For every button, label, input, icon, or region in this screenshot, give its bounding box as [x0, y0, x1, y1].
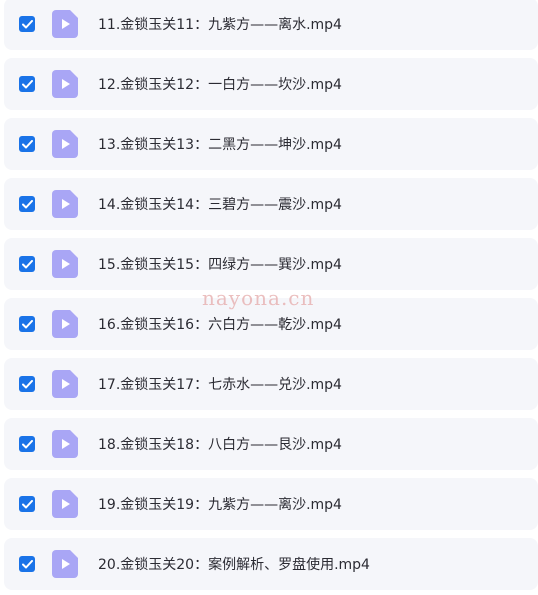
file-name[interactable]: 15.金锁玉关15：四绿方——巽沙.mp4 [98, 254, 342, 274]
checkbox-checked-icon[interactable] [19, 496, 35, 512]
checkbox-checked-icon[interactable] [19, 76, 35, 92]
file-name[interactable]: 16.金锁玉关16：六白方——乾沙.mp4 [98, 314, 342, 334]
file-name[interactable]: 11.金锁玉关11：九紫方——离水.mp4 [98, 14, 342, 34]
video-file-icon [52, 250, 78, 278]
file-name[interactable]: 20.金锁玉关20：案例解析、罗盘使用.mp4 [98, 554, 370, 574]
list-item[interactable]: 15.金锁玉关15：四绿方——巽沙.mp4 [4, 238, 538, 290]
checkbox-checked-icon[interactable] [19, 16, 35, 32]
list-item[interactable]: 19.金锁玉关19：九紫方——离沙.mp4 [4, 478, 538, 530]
file-name[interactable]: 12.金锁玉关12：一白方——坎沙.mp4 [98, 74, 342, 94]
file-name[interactable]: 19.金锁玉关19：九紫方——离沙.mp4 [98, 494, 342, 514]
file-list: 11.金锁玉关11：九紫方——离水.mp4 12.金锁玉关12：一白方——坎沙.… [0, 0, 538, 595]
video-file-icon [52, 490, 78, 518]
list-item[interactable]: 13.金锁玉关13：二黑方——坤沙.mp4 [4, 118, 538, 170]
file-name[interactable]: 14.金锁玉关14：三碧方——震沙.mp4 [98, 194, 342, 214]
list-item[interactable]: 11.金锁玉关11：九紫方——离水.mp4 [4, 0, 538, 50]
video-file-icon [52, 10, 78, 38]
checkbox-checked-icon[interactable] [19, 436, 35, 452]
video-file-icon [52, 190, 78, 218]
checkbox-checked-icon[interactable] [19, 256, 35, 272]
list-item[interactable]: 18.金锁玉关18：八白方——艮沙.mp4 [4, 418, 538, 470]
video-file-icon [52, 70, 78, 98]
video-file-icon [52, 430, 78, 458]
checkbox-checked-icon[interactable] [19, 136, 35, 152]
file-name[interactable]: 13.金锁玉关13：二黑方——坤沙.mp4 [98, 134, 342, 154]
list-item[interactable]: 20.金锁玉关20：案例解析、罗盘使用.mp4 [4, 538, 538, 590]
checkbox-checked-icon[interactable] [19, 316, 35, 332]
list-item[interactable]: 12.金锁玉关12：一白方——坎沙.mp4 [4, 58, 538, 110]
video-file-icon [52, 370, 78, 398]
list-item[interactable]: 14.金锁玉关14：三碧方——震沙.mp4 [4, 178, 538, 230]
video-file-icon [52, 310, 78, 338]
file-name[interactable]: 17.金锁玉关17：七赤水——兑沙.mp4 [98, 374, 342, 394]
file-name[interactable]: 18.金锁玉关18：八白方——艮沙.mp4 [98, 434, 342, 454]
checkbox-checked-icon[interactable] [19, 556, 35, 572]
checkbox-checked-icon[interactable] [19, 196, 35, 212]
checkbox-checked-icon[interactable] [19, 376, 35, 392]
video-file-icon [52, 130, 78, 158]
list-item[interactable]: 17.金锁玉关17：七赤水——兑沙.mp4 [4, 358, 538, 410]
list-item[interactable]: 16.金锁玉关16：六白方——乾沙.mp4 [4, 298, 538, 350]
video-file-icon [52, 550, 78, 578]
